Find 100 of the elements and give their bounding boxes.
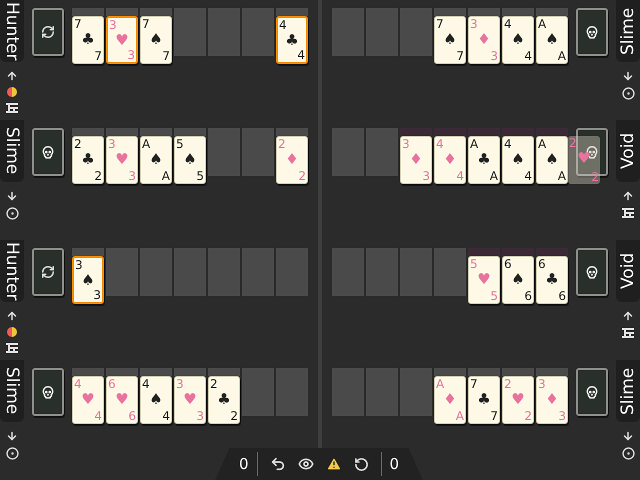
card-slot[interactable] bbox=[140, 248, 172, 296]
card-rank: 2 bbox=[210, 377, 218, 391]
card-slot[interactable] bbox=[174, 128, 206, 136]
card-slot[interactable] bbox=[242, 248, 274, 296]
card-slot[interactable] bbox=[468, 368, 500, 376]
card-slot[interactable] bbox=[140, 128, 172, 136]
deck-button[interactable] bbox=[576, 368, 608, 416]
playing-card[interactable]: A ♣ A bbox=[468, 136, 500, 184]
card-rank: 2 bbox=[569, 136, 577, 150]
playing-card[interactable]: A ♠ A bbox=[536, 136, 568, 184]
card-rank: 3 bbox=[558, 409, 566, 423]
card-slot[interactable] bbox=[332, 368, 364, 416]
card-slot[interactable] bbox=[106, 128, 138, 136]
card-slot[interactable] bbox=[106, 368, 138, 376]
playing-card[interactable]: 6 ♣ 6 bbox=[536, 256, 568, 304]
card-slot[interactable] bbox=[174, 248, 206, 296]
card-slot[interactable] bbox=[434, 8, 466, 16]
card-slot[interactable] bbox=[208, 8, 240, 56]
card-slot[interactable] bbox=[332, 128, 364, 176]
card-slot[interactable] bbox=[72, 248, 104, 256]
card-slot[interactable] bbox=[502, 368, 534, 376]
card-slot[interactable] bbox=[208, 248, 240, 296]
eye-icon[interactable] bbox=[298, 456, 314, 472]
card-slot[interactable] bbox=[242, 128, 274, 176]
playing-card[interactable]: 2 ♣ 2 bbox=[72, 136, 104, 184]
card-slot[interactable] bbox=[276, 368, 308, 416]
card-slot[interactable] bbox=[208, 128, 240, 176]
deck-button[interactable] bbox=[576, 8, 608, 56]
deck-button[interactable] bbox=[32, 248, 64, 296]
playing-card[interactable]: 6 ♠ 6 bbox=[502, 256, 534, 304]
playing-card[interactable]: 4 ♣ 4 bbox=[276, 16, 308, 64]
card-slot[interactable] bbox=[468, 128, 500, 136]
card-slot[interactable] bbox=[502, 128, 534, 136]
playing-card[interactable]: 7 ♣ 7 bbox=[72, 16, 104, 64]
card-rank: 4 bbox=[94, 409, 102, 423]
card-slot[interactable] bbox=[140, 8, 172, 16]
deck-button[interactable] bbox=[576, 248, 608, 296]
card-rank: A bbox=[558, 169, 566, 183]
card-rank: 2 bbox=[74, 137, 82, 151]
card-slot[interactable] bbox=[468, 8, 500, 16]
playing-card[interactable]: 7 ♠ 7 bbox=[140, 16, 172, 64]
card-slot[interactable] bbox=[434, 248, 466, 296]
card-slot[interactable] bbox=[242, 368, 274, 416]
card-slot[interactable] bbox=[536, 368, 568, 376]
deck-button[interactable] bbox=[32, 368, 64, 416]
playing-card[interactable]: 3 ♠ 3 bbox=[72, 256, 104, 304]
arrow-down-icon bbox=[622, 70, 634, 82]
card-slot[interactable] bbox=[536, 128, 568, 136]
card-slot[interactable] bbox=[140, 368, 172, 376]
card-slot[interactable] bbox=[536, 248, 568, 256]
card-slot[interactable] bbox=[106, 8, 138, 16]
playing-card[interactable]: 2 ♣ 2 bbox=[208, 376, 240, 424]
deck-button[interactable] bbox=[32, 128, 64, 176]
card-slot[interactable] bbox=[434, 128, 466, 136]
playing-card[interactable]: A ♠ A bbox=[536, 16, 568, 64]
card-slot[interactable] bbox=[536, 8, 568, 16]
card-slot[interactable] bbox=[72, 8, 104, 16]
card-rank: 7 bbox=[456, 49, 464, 63]
undo-icon[interactable] bbox=[270, 456, 286, 472]
rotate-icon[interactable] bbox=[354, 456, 368, 472]
card-slot[interactable] bbox=[502, 248, 534, 256]
card-slot[interactable] bbox=[434, 368, 466, 376]
card-rank: A bbox=[142, 137, 150, 151]
playing-card[interactable]: A ♠ A bbox=[140, 136, 172, 184]
card-slot[interactable] bbox=[106, 248, 138, 296]
card-rank: 4 bbox=[456, 169, 464, 183]
card-slot[interactable] bbox=[276, 128, 308, 136]
playing-card[interactable]: 4 ♠ 4 bbox=[140, 376, 172, 424]
playing-card[interactable]: 4 ♠ 4 bbox=[502, 136, 534, 184]
playing-card[interactable]: 4 ♠ 4 bbox=[502, 16, 534, 64]
card-suit: ♥ bbox=[115, 31, 129, 49]
card-slot[interactable] bbox=[366, 128, 398, 176]
card-slot[interactable] bbox=[174, 8, 206, 56]
card-slot[interactable] bbox=[332, 8, 364, 56]
card-slot[interactable] bbox=[208, 368, 240, 376]
card-slot[interactable] bbox=[400, 128, 432, 136]
playing-card[interactable]: 7 ♠ 7 bbox=[434, 16, 466, 64]
card-slot[interactable] bbox=[502, 8, 534, 16]
card-slot[interactable] bbox=[332, 248, 364, 296]
card-slot[interactable] bbox=[400, 368, 432, 416]
card-slot[interactable] bbox=[72, 368, 104, 376]
card-slot[interactable] bbox=[276, 248, 308, 296]
card-slot[interactable] bbox=[276, 8, 308, 16]
card-slot[interactable] bbox=[400, 248, 432, 296]
arrow-down-icon bbox=[6, 430, 18, 442]
playing-card[interactable]: 5 ♠ 5 bbox=[174, 136, 206, 184]
card-slot[interactable] bbox=[468, 248, 500, 256]
card-rank: 4 bbox=[142, 377, 150, 391]
playing-card[interactable]: 7 ♣ 7 bbox=[468, 376, 500, 424]
card-slot[interactable] bbox=[400, 8, 432, 56]
deck-button[interactable] bbox=[32, 8, 64, 56]
card-rank: A bbox=[538, 17, 546, 31]
card-slot[interactable] bbox=[366, 368, 398, 416]
card-slot[interactable] bbox=[366, 8, 398, 56]
warning-icon[interactable] bbox=[326, 456, 342, 472]
arrow-up-icon bbox=[6, 310, 18, 322]
card-slot[interactable] bbox=[72, 128, 104, 136]
card-slot[interactable] bbox=[174, 368, 206, 376]
card-slot[interactable] bbox=[366, 248, 398, 296]
card-slot[interactable] bbox=[242, 8, 274, 56]
